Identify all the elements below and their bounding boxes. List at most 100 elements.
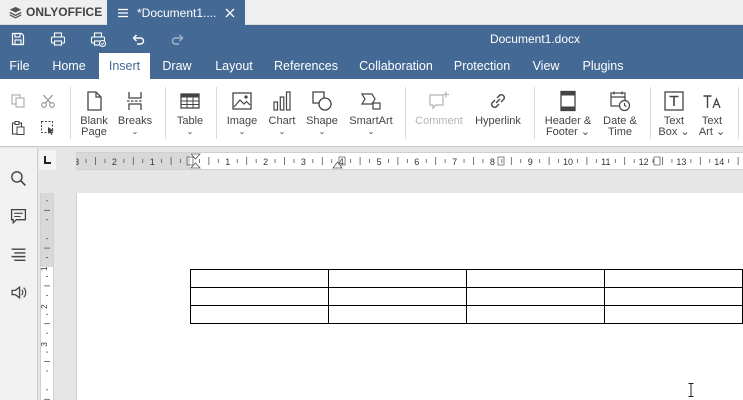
ruler-label: 2 <box>263 157 268 167</box>
tab-layout[interactable]: Layout <box>208 53 260 79</box>
ruler-label: 7 <box>452 157 457 167</box>
comment-label: Comment <box>415 115 463 127</box>
tab-collaboration[interactable]: Collaboration <box>352 53 440 79</box>
select-all-button[interactable] <box>39 119 57 137</box>
navigation-button[interactable] <box>9 245 27 263</box>
date-time-button[interactable]: Date & Time <box>600 89 640 138</box>
tab-view[interactable]: View <box>526 53 566 79</box>
ruler-label: 1 <box>225 157 230 167</box>
paste-button[interactable] <box>9 119 27 137</box>
table-cell[interactable] <box>466 287 605 306</box>
tab-plugins[interactable]: Plugins <box>576 53 630 79</box>
ruler-label: 3 <box>76 157 79 167</box>
ruler-label: 3 <box>301 157 306 167</box>
document-table[interactable] <box>190 269 743 324</box>
table-icon <box>178 89 202 113</box>
chevron-down-icon: ⌄ <box>367 127 375 136</box>
chart-label: Chart <box>268 115 296 127</box>
chart-button[interactable]: Chart ⌄ <box>266 89 298 136</box>
table-cell[interactable] <box>190 269 329 288</box>
layers-icon <box>9 6 22 19</box>
quick-print-button[interactable] <box>89 30 107 48</box>
document-page[interactable] <box>76 193 743 400</box>
vertical-ruler[interactable]: 1 2 3 <box>40 193 54 400</box>
comments-button[interactable] <box>9 207 27 225</box>
table-cell[interactable] <box>604 287 743 306</box>
redo-button[interactable] <box>169 30 187 48</box>
left-panel <box>0 148 38 400</box>
table-cell[interactable] <box>466 305 605 324</box>
text-box-button[interactable]: Text Box ⌄ <box>658 89 690 138</box>
cut-icon <box>41 94 55 108</box>
copy-button[interactable] <box>9 92 27 110</box>
toolbar-separator <box>738 87 739 139</box>
horizontal-ruler[interactable]: 3211234567891011121314 <box>76 152 743 170</box>
ruler-label: 12 <box>639 157 649 167</box>
ruler-label: 10 <box>563 157 573 167</box>
ruler-label: 14 <box>714 157 724 167</box>
ruler-label: 9 <box>528 157 533 167</box>
text-art-button[interactable]: Text Art ⌄ <box>696 89 728 138</box>
toolbar-separator <box>534 87 535 139</box>
table-cell[interactable] <box>328 269 467 288</box>
brand-name: ONLYOFFICE <box>26 5 103 19</box>
table-cell[interactable] <box>328 287 467 306</box>
toolbar-separator <box>405 87 406 139</box>
ruler-label: 8 <box>490 157 495 167</box>
toolbar-separator <box>650 87 651 139</box>
tab-insert[interactable]: Insert <box>99 53 150 79</box>
table-cell[interactable] <box>604 305 743 324</box>
hyperlink-icon <box>486 89 510 113</box>
ruler-label: 2 <box>112 157 117 167</box>
text-box-label: Text Box ⌄ <box>658 115 690 138</box>
tab-references[interactable]: References <box>269 53 343 79</box>
close-icon[interactable] <box>224 7 236 19</box>
shape-label: Shape <box>306 115 338 127</box>
feedback-button[interactable] <box>9 283 27 301</box>
table-row <box>190 305 743 324</box>
calendar-clock-icon <box>608 89 632 113</box>
paste-icon <box>11 121 25 135</box>
document-name: Document1.docx <box>489 32 581 46</box>
shape-button[interactable]: Shape ⌄ <box>304 89 340 136</box>
smartart-button[interactable]: SmartArt ⌄ <box>347 89 395 136</box>
table-cell[interactable] <box>466 269 605 288</box>
table-button[interactable]: Table ⌄ <box>174 89 206 136</box>
document-tab[interactable]: *Document1.... <box>107 0 245 25</box>
table-cell[interactable] <box>190 287 329 306</box>
breaks-button[interactable]: Breaks ⌄ <box>116 89 154 136</box>
headings-icon <box>11 247 25 261</box>
blank-page-button[interactable]: Blank Page <box>79 89 109 138</box>
tab-stop-selector[interactable] <box>39 150 56 170</box>
print-button[interactable] <box>49 30 67 48</box>
toolbar-separator <box>165 87 166 139</box>
image-button[interactable]: Image ⌄ <box>225 89 259 136</box>
tab-protection[interactable]: Protection <box>448 53 516 79</box>
chevron-down-icon: ⌄ <box>186 127 194 136</box>
header-footer-button[interactable]: Header & Footer ⌄ <box>542 89 594 138</box>
tab-file[interactable]: File <box>0 53 39 79</box>
search-button[interactable] <box>9 169 27 187</box>
tab-home[interactable]: Home <box>45 53 93 79</box>
print-icon <box>50 32 66 46</box>
hyperlink-button[interactable]: Hyperlink <box>472 89 524 127</box>
blank-page-icon <box>82 89 106 113</box>
table-cell[interactable] <box>604 269 743 288</box>
hamburger-icon[interactable] <box>117 7 129 19</box>
ruler-label: 1 <box>41 266 49 271</box>
breaks-label: Breaks <box>117 115 153 127</box>
ruler-label: 5 <box>376 157 381 167</box>
undo-button[interactable] <box>129 30 147 48</box>
table-cell[interactable] <box>328 305 467 324</box>
cut-button[interactable] <box>39 92 57 110</box>
save-button[interactable] <box>9 30 27 48</box>
header-footer-label: Header & Footer ⌄ <box>544 115 592 138</box>
onlyoffice-logo[interactable]: ONLYOFFICE <box>9 4 102 20</box>
smartart-icon <box>359 89 383 113</box>
tab-draw[interactable]: Draw <box>155 53 199 79</box>
ruler-label: 11 <box>601 157 610 167</box>
comment-button[interactable]: Comment <box>413 89 465 127</box>
table-cell[interactable] <box>190 305 329 324</box>
text-cursor-icon <box>688 383 694 397</box>
header-footer-icon <box>556 89 580 113</box>
